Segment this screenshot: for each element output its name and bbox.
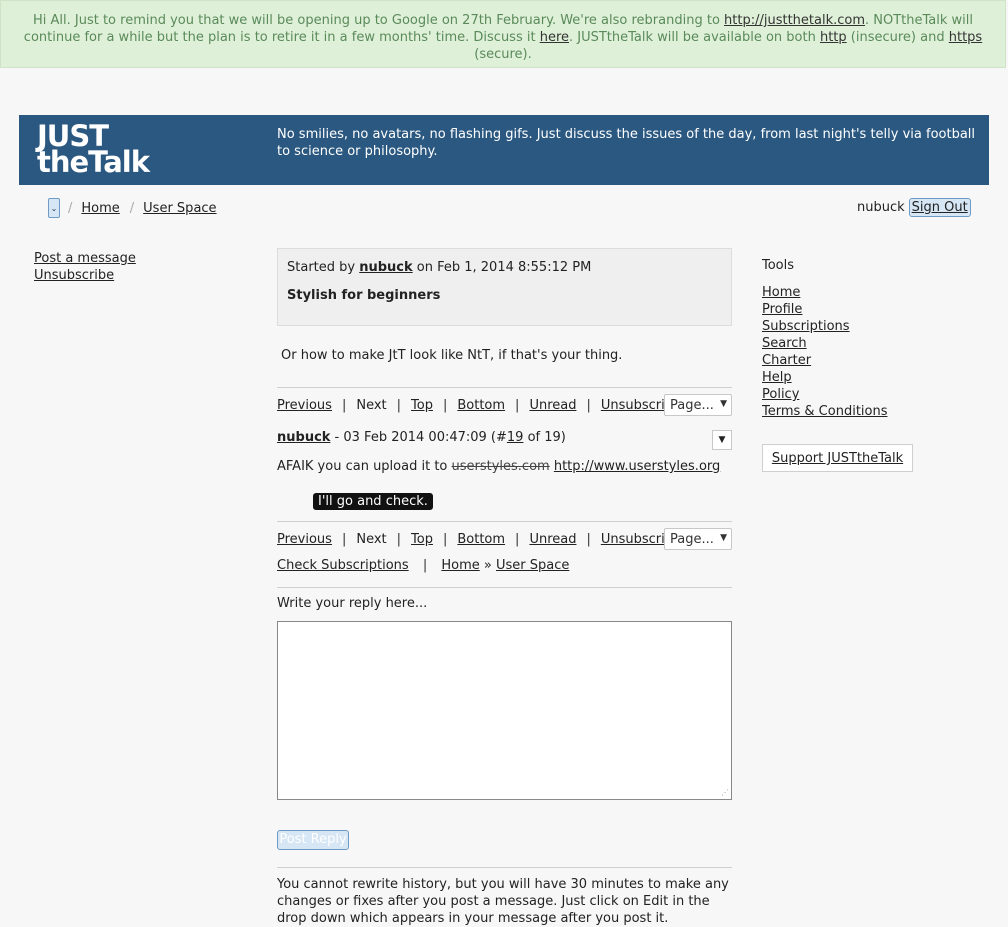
page-select-value: Page... — [670, 532, 714, 547]
nav-separator: | — [396, 398, 402, 413]
username: nubuck — [857, 200, 905, 215]
nav-separator: | — [586, 398, 591, 413]
nav-separator: | — [442, 532, 448, 547]
page-select-value: Page... — [670, 398, 714, 413]
chevron-down-icon: ▼ — [720, 399, 727, 409]
post-body: AFAIK you can upload it to userstyles.co… — [277, 459, 720, 474]
tools-sidebar: Tools Home Profile Subscriptions Search … — [762, 257, 888, 420]
thread-started-line: Started by nubuck on Feb 1, 2014 8:55:12… — [287, 260, 722, 275]
page-select[interactable]: Page... ▼ — [664, 528, 732, 550]
nav-unread-link[interactable]: Unread — [529, 532, 576, 547]
notice-link-justthetalk[interactable]: http://justthetalk.com — [724, 13, 865, 28]
left-actions: Post a message Unsubscribe — [34, 250, 136, 284]
nav-bottom-link[interactable]: Bottom — [457, 532, 505, 547]
tools-home-link[interactable]: Home — [762, 284, 888, 301]
nav-bottom-link[interactable]: Bottom — [457, 398, 505, 413]
notice-text-1: Hi All. Just to remind you that we will … — [32, 13, 725, 28]
notice-link-https[interactable]: https — [949, 30, 982, 45]
site-tagline: No smilies, no avatars, no flashing gifs… — [277, 127, 976, 159]
notice-link-discuss[interactable]: here — [540, 30, 569, 45]
support-label: Support JUSTtheTalk — [771, 451, 904, 466]
nav-separator: | — [515, 532, 520, 547]
footer-home-link[interactable]: Home — [441, 558, 479, 573]
tools-subscriptions-link[interactable]: Subscriptions — [762, 318, 888, 335]
sign-out-button[interactable]: Sign Out — [908, 198, 971, 217]
thread-intro: Or how to make JtT look like NtT, if tha… — [281, 348, 623, 363]
tools-profile-link[interactable]: Profile — [762, 301, 888, 318]
post-message-link[interactable]: Post a message — [34, 250, 136, 267]
site-logo[interactable]: JUST theTalk — [37, 122, 150, 179]
support-button[interactable]: Support JUSTtheTalk — [762, 444, 913, 472]
thread-nav-bottom: Previous | Next | Top | Bottom | Unread … — [277, 521, 732, 557]
tools-search-link[interactable]: Search — [762, 335, 888, 352]
notice-link-http[interactable]: http — [820, 30, 847, 45]
nav-separator: | — [341, 398, 347, 413]
resize-handle-icon[interactable]: ⋰ — [721, 788, 729, 797]
thread-main: Started by nubuck on Feb 1, 2014 8:55:12… — [277, 248, 732, 926]
check-subscriptions-link[interactable]: Check Subscriptions — [277, 558, 409, 573]
post-meta-prefix: - 03 Feb 2014 00:47:09 (# — [330, 430, 507, 445]
notice-text-4: (insecure) and — [846, 30, 949, 45]
nav-previous-link[interactable]: Previous — [277, 398, 332, 413]
edit-window-note: You cannot rewrite history, but you will… — [277, 867, 732, 927]
notice-text-3: . JUSTtheTalk will be available on both — [569, 30, 820, 45]
nav-separator: | — [515, 398, 520, 413]
announcement-notice: Hi All. Just to remind you that we will … — [0, 0, 1006, 68]
nav-previous-link[interactable]: Previous — [277, 532, 332, 547]
chevron-down-icon: ▼ — [720, 533, 727, 543]
post-header: nubuck - 03 Feb 2014 00:47:09 (#19 of 19… — [277, 430, 732, 450]
thread-nav-top: Previous | Next | Top | Bottom | Unread … — [277, 387, 732, 423]
post-menu-button[interactable]: ▼ — [712, 430, 732, 450]
started-on-text: on Feb 1, 2014 8:55:12 PM — [412, 260, 592, 275]
post-number-link[interactable]: 19 — [507, 430, 524, 445]
tools-policy-link[interactable]: Policy — [762, 386, 888, 403]
page-select[interactable]: Page... ▼ — [664, 394, 732, 416]
footer-user-space-link[interactable]: User Space — [496, 558, 569, 573]
nav-separator: | — [341, 532, 347, 547]
post-strikethrough-text: userstyles.com — [451, 459, 550, 474]
tools-help-link[interactable]: Help — [762, 369, 888, 386]
thread-author-link[interactable]: nubuck — [359, 260, 412, 275]
thread-title: Stylish for beginners — [287, 288, 441, 303]
post-meta-suffix: of 19) — [523, 430, 566, 445]
breadcrumb-user-space-link[interactable]: User Space — [143, 201, 216, 216]
reply-textarea[interactable]: ⋰ — [277, 621, 732, 800]
breadcrumb-separator: / — [129, 200, 135, 216]
tools-terms-link[interactable]: Terms & Conditions — [762, 403, 888, 420]
nav-next-text: Next — [356, 532, 387, 547]
user-area: nubuck Sign Out — [857, 198, 971, 217]
site-banner: JUST theTalk No smilies, no avatars, no … — [19, 115, 989, 185]
nav-separator: | — [586, 532, 591, 547]
footer-arrow: » — [483, 558, 492, 573]
tooltip: I'll go and check. — [313, 493, 433, 510]
nav-unread-link[interactable]: Unread — [529, 398, 576, 413]
tools-title: Tools — [762, 258, 795, 273]
tools-charter-link[interactable]: Charter — [762, 352, 888, 369]
logo-line-2: theTalk — [37, 145, 150, 179]
footer-separator: | — [422, 558, 428, 573]
notice-text-5: (secure). — [474, 47, 532, 62]
breadcrumb-toggle-button[interactable]: ⌄ — [48, 198, 60, 218]
nav-top-link[interactable]: Top — [411, 532, 433, 547]
reply-label: Write your reply here... — [277, 587, 732, 611]
post-author-link[interactable]: nubuck — [277, 430, 330, 445]
thread-start-box: Started by nubuck on Feb 1, 2014 8:55:12… — [277, 248, 732, 326]
unsubscribe-link[interactable]: Unsubscribe — [34, 267, 136, 284]
nav-separator: | — [396, 532, 402, 547]
chevron-down-icon: ⌄ — [50, 203, 58, 213]
started-by-label: Started by — [287, 260, 360, 275]
breadcrumb: ⌄ / Home / User Space — [48, 197, 227, 219]
thread-footer-links: Check Subscriptions | Home » User Space — [277, 558, 569, 573]
nav-separator: | — [442, 398, 448, 413]
breadcrumb-separator: / — [68, 200, 73, 216]
post-body-text: AFAIK you can upload it to — [277, 459, 452, 474]
post-userstyles-link[interactable]: http://www.userstyles.org — [554, 459, 720, 474]
post-reply-button[interactable]: Post Reply — [277, 830, 349, 850]
nav-next-text: Next — [356, 398, 387, 413]
chevron-down-icon: ▼ — [718, 435, 726, 445]
breadcrumb-home-link[interactable]: Home — [81, 201, 119, 216]
nav-top-link[interactable]: Top — [411, 398, 433, 413]
